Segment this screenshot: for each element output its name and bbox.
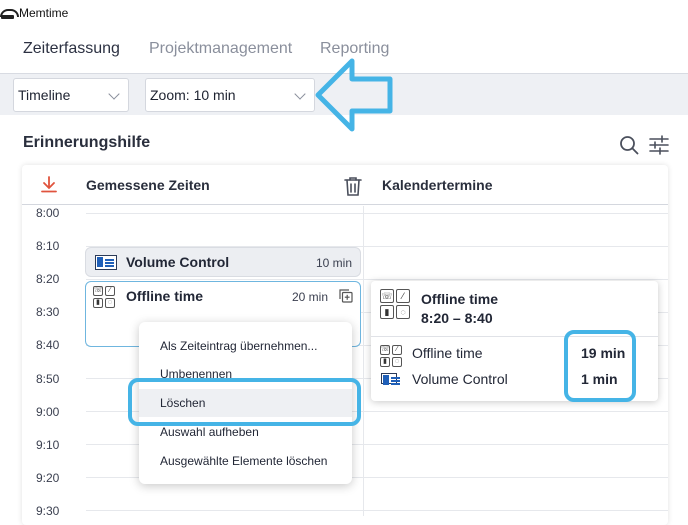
view-select-value: Timeline bbox=[18, 87, 71, 103]
window-title: Memtime bbox=[19, 6, 69, 20]
copy-to-time-entry-icon[interactable] bbox=[339, 289, 353, 303]
event-title: Volume Control bbox=[126, 254, 230, 270]
annotation-arrow-icon bbox=[315, 58, 393, 132]
zoom-select[interactable]: Zoom: 10 min bbox=[145, 78, 315, 112]
time-label: 8:30 bbox=[36, 305, 60, 319]
time-label: 8:40 bbox=[36, 338, 60, 352]
view-select[interactable]: Timeline bbox=[13, 78, 129, 112]
title-bar: Memtime bbox=[0, 0, 688, 26]
offline-time-app-icon: ☏ ⁄ ▮ ◌ bbox=[380, 289, 410, 319]
event-duration: 10 min bbox=[315, 256, 352, 270]
annotation-highlight-durations bbox=[564, 330, 636, 402]
zoom-select-value: Zoom: 10 min bbox=[150, 87, 236, 103]
popover-row-label: Offline time bbox=[412, 345, 483, 361]
time-label: 8:50 bbox=[36, 372, 60, 386]
tab-reporting[interactable]: Reporting bbox=[320, 40, 389, 58]
memtime-logo-icon bbox=[0, 7, 19, 20]
menu-item-delete-selected[interactable]: Ausgewählte Elemente löschen bbox=[139, 447, 352, 475]
annotation-highlight-delete bbox=[128, 378, 361, 426]
time-label: 9:00 bbox=[36, 405, 60, 419]
search-icon[interactable] bbox=[619, 135, 639, 155]
trash-icon[interactable] bbox=[344, 176, 362, 196]
menu-item-adopt-as-time-entry[interactable]: Als Zeiteintrag übernehmen... bbox=[139, 332, 352, 360]
gridline bbox=[86, 213, 668, 214]
offline-time-app-icon: ☏ ⁄ ▮ ◌ bbox=[93, 286, 115, 308]
gridline bbox=[86, 510, 668, 511]
time-label: 8:20 bbox=[36, 272, 60, 286]
popover-title: Offline time bbox=[421, 291, 499, 307]
time-label: 8:10 bbox=[36, 239, 60, 253]
column-divider bbox=[363, 206, 364, 516]
event-title: Offline time bbox=[126, 288, 204, 304]
event-duration: 20 min bbox=[292, 290, 329, 304]
chevron-down-icon bbox=[108, 88, 120, 100]
time-label: 9:10 bbox=[36, 438, 60, 452]
filter-settings-icon[interactable] bbox=[648, 134, 670, 156]
volume-control-app-icon bbox=[381, 373, 400, 385]
column-calendar: Kalendertermine bbox=[382, 177, 493, 193]
tab-zeiterfassung[interactable]: Zeiterfassung bbox=[23, 40, 120, 58]
event-volume-control[interactable]: Volume Control 10 min bbox=[85, 247, 361, 277]
tab-projektmanagement[interactable]: Projektmanagement bbox=[149, 40, 292, 58]
popover-time-range: 8:20 – 8:40 bbox=[421, 310, 493, 326]
column-measured-times: Gemessene Zeiten bbox=[86, 177, 210, 193]
popover-row-label: Volume Control bbox=[412, 371, 508, 387]
download-icon[interactable] bbox=[40, 175, 58, 193]
time-label: 8:00 bbox=[36, 206, 60, 220]
time-label: 9:20 bbox=[36, 471, 60, 485]
gridline bbox=[86, 279, 668, 280]
volume-control-app-icon bbox=[95, 255, 117, 270]
section-title: Erinnerungshilfe bbox=[23, 134, 151, 151]
offline-time-app-icon: ☏ ⁄ ▮ ◌ bbox=[380, 345, 402, 367]
chevron-down-icon bbox=[294, 88, 306, 100]
time-label: 9:30 bbox=[36, 504, 60, 518]
